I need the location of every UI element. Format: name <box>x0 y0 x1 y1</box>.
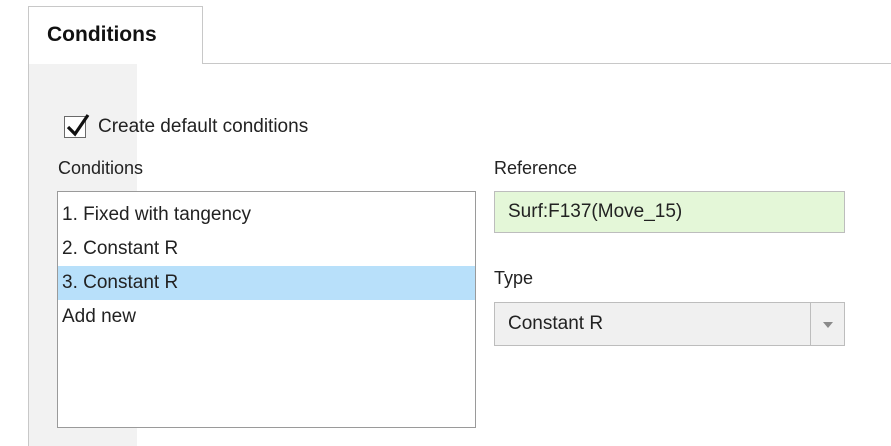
create-default-conditions-row[interactable]: Create default conditions <box>64 112 308 142</box>
tab-strip: Conditions <box>0 0 891 64</box>
list-item-add-new[interactable]: Add new <box>58 300 475 334</box>
reference-label: Reference <box>494 158 578 178</box>
tab-conditions[interactable]: Conditions <box>28 6 203 64</box>
type-selected-value: Constant R <box>508 313 604 334</box>
chevron-down-icon <box>823 322 833 328</box>
conditions-panel-root: Conditions Create default conditions Con… <box>0 0 891 446</box>
reference-field[interactable]: Surf:F137(Move_15) <box>494 191 845 233</box>
conditions-listbox[interactable]: 1. Fixed with tangency 2. Constant R 3. … <box>57 191 476 428</box>
create-default-conditions-checkbox[interactable] <box>64 114 90 138</box>
list-item-selected[interactable]: 3. Constant R <box>58 266 475 300</box>
type-label: Type <box>494 268 534 288</box>
type-dropdown[interactable]: Constant R <box>494 302 845 346</box>
list-item[interactable]: 2. Constant R <box>58 232 475 266</box>
conditions-list-label: Conditions <box>58 158 144 178</box>
create-default-conditions-label: Create default conditions <box>98 116 309 137</box>
check-icon <box>66 114 90 137</box>
type-dropdown-button[interactable] <box>810 303 844 345</box>
list-item[interactable]: 1. Fixed with tangency <box>58 198 475 232</box>
